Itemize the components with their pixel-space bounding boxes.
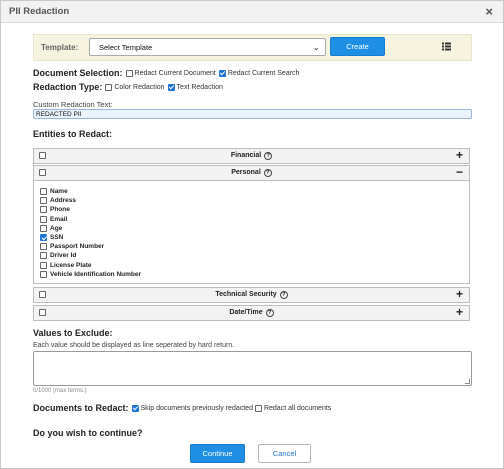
panel-technical-security-title-wrap: Technical Security? — [34, 291, 469, 299]
color-redaction-checkbox[interactable] — [105, 83, 113, 91]
entity-label: Age — [50, 224, 63, 232]
entity-checkbox[interactable] — [40, 215, 47, 223]
panel-personal[interactable]: Personal? − — [33, 165, 470, 181]
panel-date-time-title-wrap: Date/Time? — [34, 309, 469, 317]
collapse-icon[interactable]: − — [456, 165, 463, 179]
dialog-title: PII Redaction — [9, 6, 70, 17]
entity-checkbox[interactable] — [40, 243, 47, 251]
entity-label: Address — [50, 197, 77, 205]
entity-item[interactable]: Vehicle Identification Number — [39, 270, 142, 278]
entity-checkbox[interactable] — [40, 270, 47, 278]
panel-date-time-title: Date/Time — [229, 309, 263, 316]
exclude-term-counter: 0/1000 (max terms.) — [33, 388, 87, 394]
entity-label: SSN — [50, 234, 64, 241]
entity-label: Email — [50, 215, 68, 223]
entity-label: Driver Id — [50, 252, 77, 260]
entity-label: Name — [50, 188, 68, 195]
redaction-type-label: Redaction Type: — [33, 82, 103, 92]
values-to-exclude-textarea[interactable] — [33, 351, 472, 386]
panel-personal-title-wrap: Personal? — [34, 169, 469, 177]
entity-checkbox[interactable] — [40, 206, 47, 214]
list-icon[interactable] — [442, 42, 451, 51]
entity-checkbox[interactable] — [40, 197, 47, 205]
panel-technical-security-title: Technical Security — [215, 291, 277, 298]
redact-current-document-label: Redact Current Document — [134, 69, 216, 77]
expand-icon[interactable]: + — [456, 305, 463, 319]
color-redaction-label: Color Redaction — [114, 83, 165, 91]
values-to-exclude-heading: Values to Exclude: — [33, 328, 113, 338]
panel-financial[interactable]: Financial? + — [33, 148, 470, 164]
panel-technical-security[interactable]: Technical Security? + — [33, 287, 470, 303]
entity-item[interactable]: Driver Id — [39, 252, 77, 260]
continue-button[interactable]: Continue — [190, 444, 245, 463]
text-redaction-checkbox[interactable] — [167, 83, 175, 91]
cancel-button[interactable]: Cancel — [258, 444, 311, 463]
close-icon[interactable]: × — [485, 4, 493, 19]
chevron-down-icon: ⌄ — [312, 42, 320, 52]
help-icon[interactable]: ? — [263, 169, 272, 177]
entity-checkbox[interactable] — [40, 188, 47, 195]
template-label: Template: — [41, 43, 79, 52]
panel-personal-title: Personal — [231, 169, 261, 176]
entity-item[interactable]: SSN — [39, 234, 63, 241]
entity-label: Vehicle Identification Number — [50, 270, 142, 278]
values-to-exclude-description: Each value should be displayed as line s… — [33, 342, 235, 349]
documents-to-redact-row: Documents to Redact: Skip documents prev… — [33, 403, 331, 413]
expand-icon[interactable]: + — [456, 287, 463, 301]
skip-redacted-checkbox[interactable] — [131, 404, 139, 412]
text-redaction-label: Text Redaction — [176, 83, 223, 91]
continue-question: Do you wish to continue? — [33, 428, 143, 438]
documents-to-redact-label: Documents to Redact: — [33, 403, 129, 413]
entity-item[interactable]: Phone — [39, 206, 70, 214]
redact-current-search-label: Redact Current Search — [227, 69, 300, 77]
entity-item[interactable]: Email — [39, 215, 68, 223]
template-bar: Template: Select Template ⌄ Create — [33, 34, 472, 61]
help-icon[interactable]: ? — [279, 291, 288, 299]
panel-personal-body: Name Address Phone Email Age SSN Passpor… — [33, 181, 470, 284]
document-selection-row: Document Selection: Redact Current Docum… — [33, 68, 299, 78]
redact-current-document-checkbox[interactable] — [125, 69, 133, 77]
resize-handle-icon[interactable] — [465, 379, 470, 384]
entity-checkbox[interactable] — [40, 261, 47, 269]
panel-date-time[interactable]: Date/Time? + — [33, 305, 470, 321]
redact-current-search-checkbox[interactable] — [218, 69, 226, 77]
entity-item[interactable]: Age — [39, 224, 63, 232]
redaction-type-row: Redaction Type: Color Redaction Text Red… — [33, 82, 223, 92]
entity-label: License Plate — [50, 261, 92, 269]
pii-redaction-dialog: PII Redaction × Template: Select Templat… — [0, 0, 504, 469]
panel-financial-title: Financial — [230, 152, 262, 159]
help-icon[interactable]: ? — [265, 309, 274, 317]
entity-checkbox[interactable] — [40, 224, 47, 232]
entity-checkbox[interactable] — [40, 252, 47, 260]
template-select[interactable]: Select Template ⌄ — [89, 38, 326, 56]
entity-item[interactable]: License Plate — [39, 261, 92, 269]
entity-label: Passport Number — [50, 243, 105, 251]
skip-redacted-label: Skip documents previously redacted — [140, 404, 253, 412]
entity-label: Phone — [50, 206, 70, 214]
redact-all-label: Redact all documents — [263, 404, 332, 412]
expand-icon[interactable]: + — [456, 148, 463, 162]
panel-financial-title-wrap: Financial? — [34, 152, 469, 160]
document-selection-label: Document Selection: — [33, 68, 123, 78]
custom-redaction-text-label: Custom Redaction Text: — [33, 100, 113, 109]
dialog-titlebar: PII Redaction × — [1, 1, 503, 23]
custom-redaction-text-input[interactable]: REDACTED PII — [33, 109, 472, 119]
entity-item[interactable]: Name — [39, 188, 68, 195]
create-button[interactable]: Create — [330, 37, 385, 56]
entity-checkbox[interactable] — [40, 234, 47, 241]
help-icon[interactable]: ? — [264, 152, 273, 160]
redact-all-checkbox[interactable] — [254, 404, 262, 412]
entity-item[interactable]: Address — [39, 197, 77, 205]
entities-heading: Entities to Redact: — [33, 129, 113, 139]
entity-item[interactable]: Passport Number — [39, 243, 105, 251]
template-select-value: Select Template — [99, 43, 153, 52]
